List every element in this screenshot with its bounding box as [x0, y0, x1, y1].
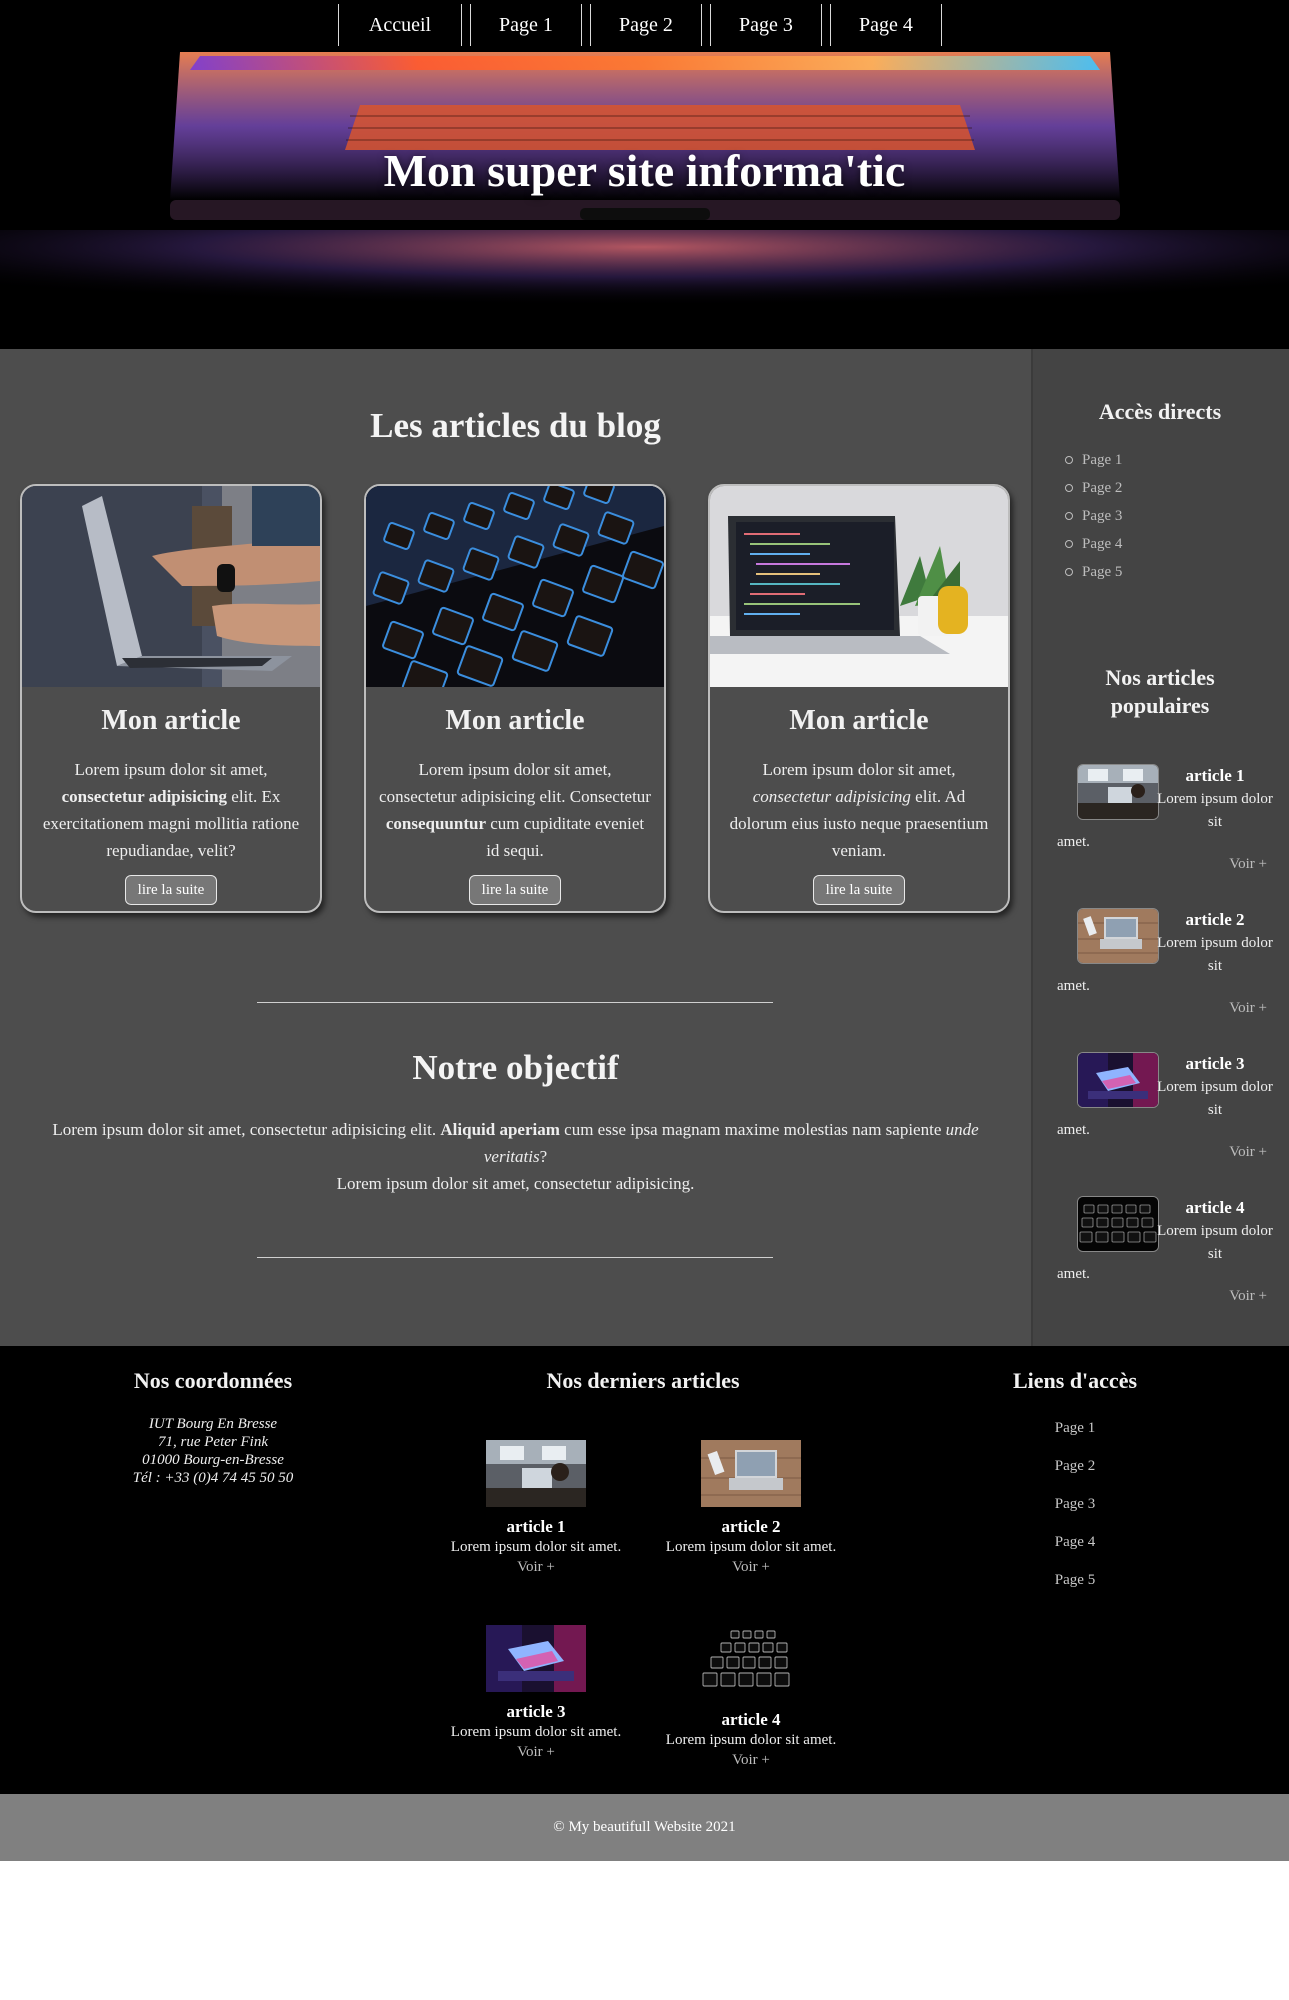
- nav-item-page-3[interactable]: Page 3: [710, 4, 822, 46]
- card-text: Lorem ipsum dolor sit amet, consectetur …: [42, 760, 300, 860]
- article-thumbnail: [486, 1440, 586, 1507]
- divider-bottom: [257, 1257, 773, 1258]
- article-thumbnail: [1077, 908, 1159, 964]
- hero-banner: Accueil Page 1 Page 2 Page 3 Page 4 Mon …: [0, 0, 1289, 349]
- see-more-link[interactable]: Voir +: [436, 1558, 636, 1577]
- footer-article-3: article 3 Lorem ipsum dolor sit amet. Vo…: [436, 1625, 636, 1762]
- footer-links-title: Liens d'accès: [1012, 1368, 1138, 1393]
- popular-article-title: article 1: [1185, 766, 1245, 785]
- card-text: Lorem ipsum dolor sit amet, consectetur …: [729, 760, 989, 860]
- sidebar-link-page-5[interactable]: Page 5: [1065, 558, 1122, 586]
- nav-item-accueil[interactable]: Accueil: [338, 4, 462, 46]
- footer-article-4: article 4 Lorem ipsum dolor sit amet. Vo…: [651, 1625, 851, 1770]
- card-title: Mon article: [445, 705, 585, 736]
- footer-link-page-5[interactable]: Page 5: [1000, 1572, 1150, 1610]
- objective-title: Notre objectif: [412, 1048, 619, 1087]
- see-more-link[interactable]: Voir +: [1229, 1000, 1267, 1017]
- popular-article-text-end: amet.: [1057, 978, 1090, 994]
- popular-article-4: article 4 Lorem ipsum dolor sit amet. Vo…: [1053, 1196, 1275, 1326]
- objective-text: Lorem ipsum dolor sit amet, consectetur …: [52, 1120, 979, 1193]
- article-card-1: Mon article Lorem ipsum dolor sit amet, …: [20, 484, 322, 913]
- card-title: Mon article: [101, 705, 241, 736]
- direct-access-list: Page 1 Page 2 Page 3 Page 4 Page 5: [1065, 446, 1122, 586]
- popular-articles-title: Nos articles populaires: [1105, 665, 1215, 718]
- footer-link-page-2[interactable]: Page 2: [1000, 1458, 1150, 1496]
- sidebar-link-page-4[interactable]: Page 4: [1065, 530, 1122, 558]
- article-thumbnail: [1077, 764, 1159, 820]
- footer-article-title: article 2: [721, 1517, 781, 1536]
- footer-article-text: Lorem ipsum dolor sit amet.: [665, 1732, 837, 1748]
- popular-article-text-end: amet.: [1057, 834, 1090, 850]
- footer-link-page-1[interactable]: Page 1: [1000, 1420, 1150, 1458]
- read-more-button[interactable]: lire la suite: [125, 875, 217, 905]
- footer-article-text: Lorem ipsum dolor sit amet.: [450, 1539, 622, 1555]
- popular-article-text: Lorem ipsum dolor sit: [1157, 1223, 1273, 1262]
- nav-item-page-1[interactable]: Page 1: [470, 4, 582, 46]
- article-thumbnail: [701, 1440, 801, 1507]
- popular-article-3: article 3 Lorem ipsum dolor sit amet. Vo…: [1053, 1052, 1275, 1182]
- blog-section-title: Les articles du blog: [370, 406, 661, 445]
- footer-link-page-3[interactable]: Page 3: [1000, 1496, 1150, 1534]
- address-line-3: 01000 Bourg-en-Bresse: [142, 1452, 284, 1468]
- popular-article-text-end: amet.: [1057, 1122, 1090, 1138]
- footer-article-text: Lorem ipsum dolor sit amet.: [665, 1539, 837, 1555]
- popular-article-title: article 3: [1185, 1054, 1245, 1073]
- footer-address: IUT Bourg En Bresse 71, rue Peter Fink 0…: [113, 1415, 313, 1487]
- main-nav: Accueil Page 1 Page 2 Page 3 Page 4: [338, 4, 942, 46]
- popular-article-title: article 4: [1185, 1198, 1245, 1217]
- popular-article-text: Lorem ipsum dolor sit: [1157, 1079, 1273, 1118]
- popular-article-text: Lorem ipsum dolor sit: [1157, 791, 1273, 830]
- footer-article-2: article 2 Lorem ipsum dolor sit amet. Vo…: [651, 1440, 851, 1577]
- card-text: Lorem ipsum dolor sit amet, consectetur …: [379, 760, 651, 860]
- direct-access-title: Accès directs: [1098, 399, 1222, 424]
- sidebar-link-page-2[interactable]: Page 2: [1065, 474, 1122, 502]
- see-more-link[interactable]: Voir +: [1229, 856, 1267, 873]
- sidebar-link-page-3[interactable]: Page 3: [1065, 502, 1122, 530]
- card-title: Mon article: [789, 705, 929, 736]
- read-more-button[interactable]: lire la suite: [813, 875, 905, 905]
- article-thumbnail: [701, 1625, 801, 1700]
- copyright-bar: © My beautifull Website 2021: [0, 1794, 1289, 1861]
- popular-article-2: article 2 Lorem ipsum dolor sit amet. Vo…: [1053, 908, 1275, 1038]
- footer-contact-title: Nos coordonnées: [133, 1368, 293, 1393]
- laptop-typing-image: [22, 486, 320, 687]
- footer-article-title: article 3: [506, 1702, 566, 1721]
- footer-links-list: Page 1 Page 2 Page 3 Page 4 Page 5: [1000, 1420, 1150, 1610]
- article-card-3: Mon article Lorem ipsum dolor sit amet, …: [708, 484, 1010, 913]
- popular-article-text: Lorem ipsum dolor sit: [1157, 935, 1273, 974]
- article-thumbnail: [486, 1625, 586, 1692]
- see-more-link[interactable]: Voir +: [651, 1751, 851, 1770]
- sidebar-link-page-1[interactable]: Page 1: [1065, 446, 1122, 474]
- footer-article-text: Lorem ipsum dolor sit amet.: [450, 1724, 622, 1740]
- footer-link-page-4[interactable]: Page 4: [1000, 1534, 1150, 1572]
- divider-top: [257, 1002, 773, 1003]
- site-title: Mon super site informa'tic: [383, 145, 906, 196]
- article-card-2: Mon article Lorem ipsum dolor sit amet, …: [364, 484, 666, 913]
- popular-article-title: article 2: [1185, 910, 1245, 929]
- footer-latest-title: Nos derniers articles: [546, 1368, 740, 1393]
- popular-article-1: article 1 Lorem ipsum dolor sit amet. Vo…: [1053, 764, 1275, 894]
- address-line-1: IUT Bourg En Bresse: [148, 1416, 278, 1432]
- article-thumbnail: [1077, 1196, 1159, 1252]
- see-more-link[interactable]: Voir +: [436, 1743, 636, 1762]
- popular-article-text-end: amet.: [1057, 1266, 1090, 1282]
- footer-article-1: article 1 Lorem ipsum dolor sit amet. Vo…: [436, 1440, 636, 1577]
- address-line-2: 71, rue Peter Fink: [158, 1434, 268, 1450]
- see-more-link[interactable]: Voir +: [1229, 1144, 1267, 1161]
- see-more-link[interactable]: Voir +: [651, 1558, 851, 1577]
- laptop-on-desk-image: [710, 486, 1008, 687]
- nav-item-page-2[interactable]: Page 2: [590, 4, 702, 46]
- nav-item-page-4[interactable]: Page 4: [830, 4, 942, 46]
- address-line-4: Tél : +33 (0)4 74 45 50 50: [132, 1470, 294, 1486]
- footer-article-title: article 4: [721, 1710, 781, 1729]
- footer-article-title: article 1: [506, 1517, 566, 1536]
- backlit-keyboard-image: [366, 486, 664, 687]
- see-more-link[interactable]: Voir +: [1229, 1288, 1267, 1305]
- read-more-button[interactable]: lire la suite: [469, 875, 561, 905]
- article-thumbnail: [1077, 1052, 1159, 1108]
